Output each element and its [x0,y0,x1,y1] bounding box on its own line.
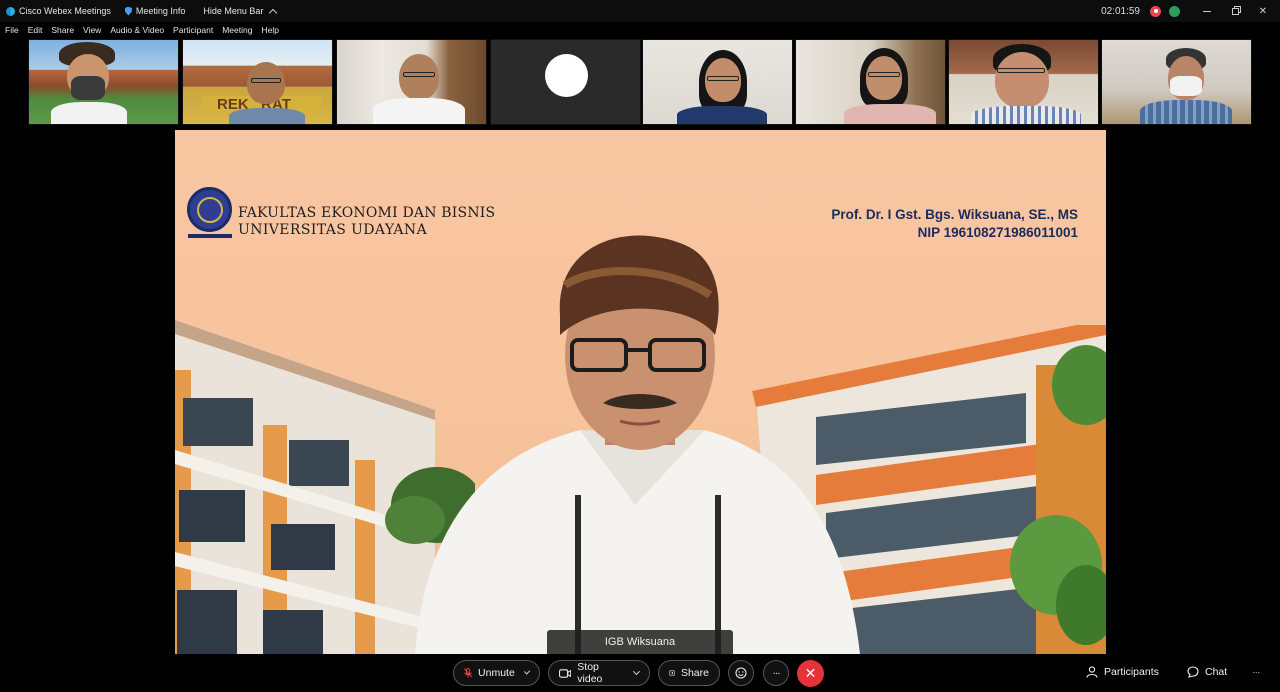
titlebar-right: 02:01:59 ✕ [1101,0,1270,22]
reactions-icon [735,667,747,679]
participant-body [373,98,465,124]
menu-edit[interactable]: Edit [28,25,43,35]
more-icon: ··· [772,667,781,679]
presenter-title: Prof. Dr. I Gst. Bgs. Wiksuana, SE., MS [831,207,1078,222]
unmute-button[interactable]: Unmute [453,660,540,686]
share-icon [669,670,675,676]
restore-button[interactable] [1228,4,1242,18]
university-logo-icon [187,187,232,232]
participant-face [995,52,1049,108]
face-mask [71,76,105,100]
participants-icon [1086,666,1098,678]
menu-meeting[interactable]: Meeting [222,25,252,35]
chevron-down-icon[interactable] [633,668,641,675]
participant-thumbnail-8[interactable] [1101,39,1252,125]
avatar-placeholder-icon [545,54,588,97]
participant-body [844,104,936,124]
participant-thumbnail-1[interactable] [28,39,179,125]
participant-body [1140,100,1232,124]
recording-indicator-icon[interactable] [1150,5,1161,17]
participant-body [229,108,305,124]
glasses [997,68,1045,73]
meeting-timer: 02:01:59 [1101,5,1140,17]
participant-thumbnail-5[interactable] [642,39,793,125]
participant-face [866,56,902,100]
menu-share[interactable]: Share [51,25,74,35]
institution-name-line2: UNIVERSITAS UDAYANA [238,222,428,238]
active-speaker-video[interactable]: FAKULTAS EKONOMI DAN BISNIS UNIVERSITAS … [175,130,1106,654]
meeting-info-button[interactable]: Meeting Info [124,6,186,16]
minimize-icon [1203,10,1211,12]
share-label: Share [680,667,709,679]
participant-thumbnail-7[interactable] [948,39,1099,125]
participant-face [399,54,439,100]
chat-label: Chat [1205,666,1228,678]
unmute-label: Unmute [478,667,515,679]
hide-menu-bar-label: Hide Menu Bar [203,6,264,16]
face-mask [1170,76,1202,96]
glasses [868,72,900,77]
glasses [707,76,739,81]
menu-participant[interactable]: Participant [173,25,213,35]
participant-thumbnail-4[interactable] [490,39,641,125]
chevron-down-icon[interactable] [523,668,531,675]
app-name: Cisco Webex Meetings [19,6,111,16]
end-call-button[interactable]: ✕ [797,660,824,687]
chat-icon [1187,666,1199,678]
share-button[interactable]: Share [658,660,720,686]
network-status-icon[interactable] [1169,5,1180,17]
chevron-up-icon [269,8,278,17]
participant-thumbnail-3[interactable] [336,39,487,125]
title-bar: Cisco Webex Meetings Meeting Info Hide M… [0,0,1280,22]
logo-caption-bar [188,234,232,238]
participant-body [51,102,127,124]
glasses [251,78,281,83]
chat-button[interactable]: Chat [1187,666,1227,678]
meeting-info-label: Meeting Info [135,6,186,16]
shield-icon [124,6,132,16]
restore-icon [1231,7,1239,15]
menu-file[interactable]: File [5,25,19,35]
webex-icon [6,6,15,16]
speaker-name-label: IGB Wiksuana [547,630,733,654]
close-window-button[interactable]: ✕ [1256,4,1270,18]
reactions-button[interactable] [728,660,754,686]
hide-menu-bar-button[interactable]: Hide Menu Bar [203,6,278,17]
mic-muted-icon [464,668,472,678]
participant-thumbnail-6[interactable] [795,39,946,125]
stop-video-label: Stop video [577,661,603,685]
menu-help[interactable]: Help [261,25,278,35]
participant-face [247,62,285,104]
camera-icon [559,668,572,678]
overflow-icon: ··· [1252,666,1260,678]
glasses [403,72,435,77]
stop-video-button[interactable]: Stop video [548,660,650,686]
presenter-nip: NIP 196108271986011001 [917,225,1078,240]
minimize-button[interactable] [1200,4,1214,18]
more-options-button[interactable]: ··· [763,660,789,686]
participant-body [677,106,767,124]
app-title: Cisco Webex Meetings [6,6,111,16]
menu-bar: File Edit Share View Audio & Video Parti… [0,22,1280,38]
speaker-person [415,235,860,654]
menu-view[interactable]: View [83,25,101,35]
institution-name-line1: FAKULTAS EKONOMI DAN BISNIS [238,205,496,221]
participant-thumbnail-2[interactable]: REK RAT [182,39,333,125]
overflow-button[interactable]: ··· [1252,666,1260,678]
participant-body [971,106,1081,124]
participants-label: Participants [1104,666,1159,678]
menu-audio-video[interactable]: Audio & Video [110,25,164,35]
meeting-controls-bar: Unmute Stop video Share ··· ✕ Participan… [0,655,1280,692]
end-call-icon: ✕ [804,665,817,681]
participants-button[interactable]: Participants [1086,666,1159,678]
